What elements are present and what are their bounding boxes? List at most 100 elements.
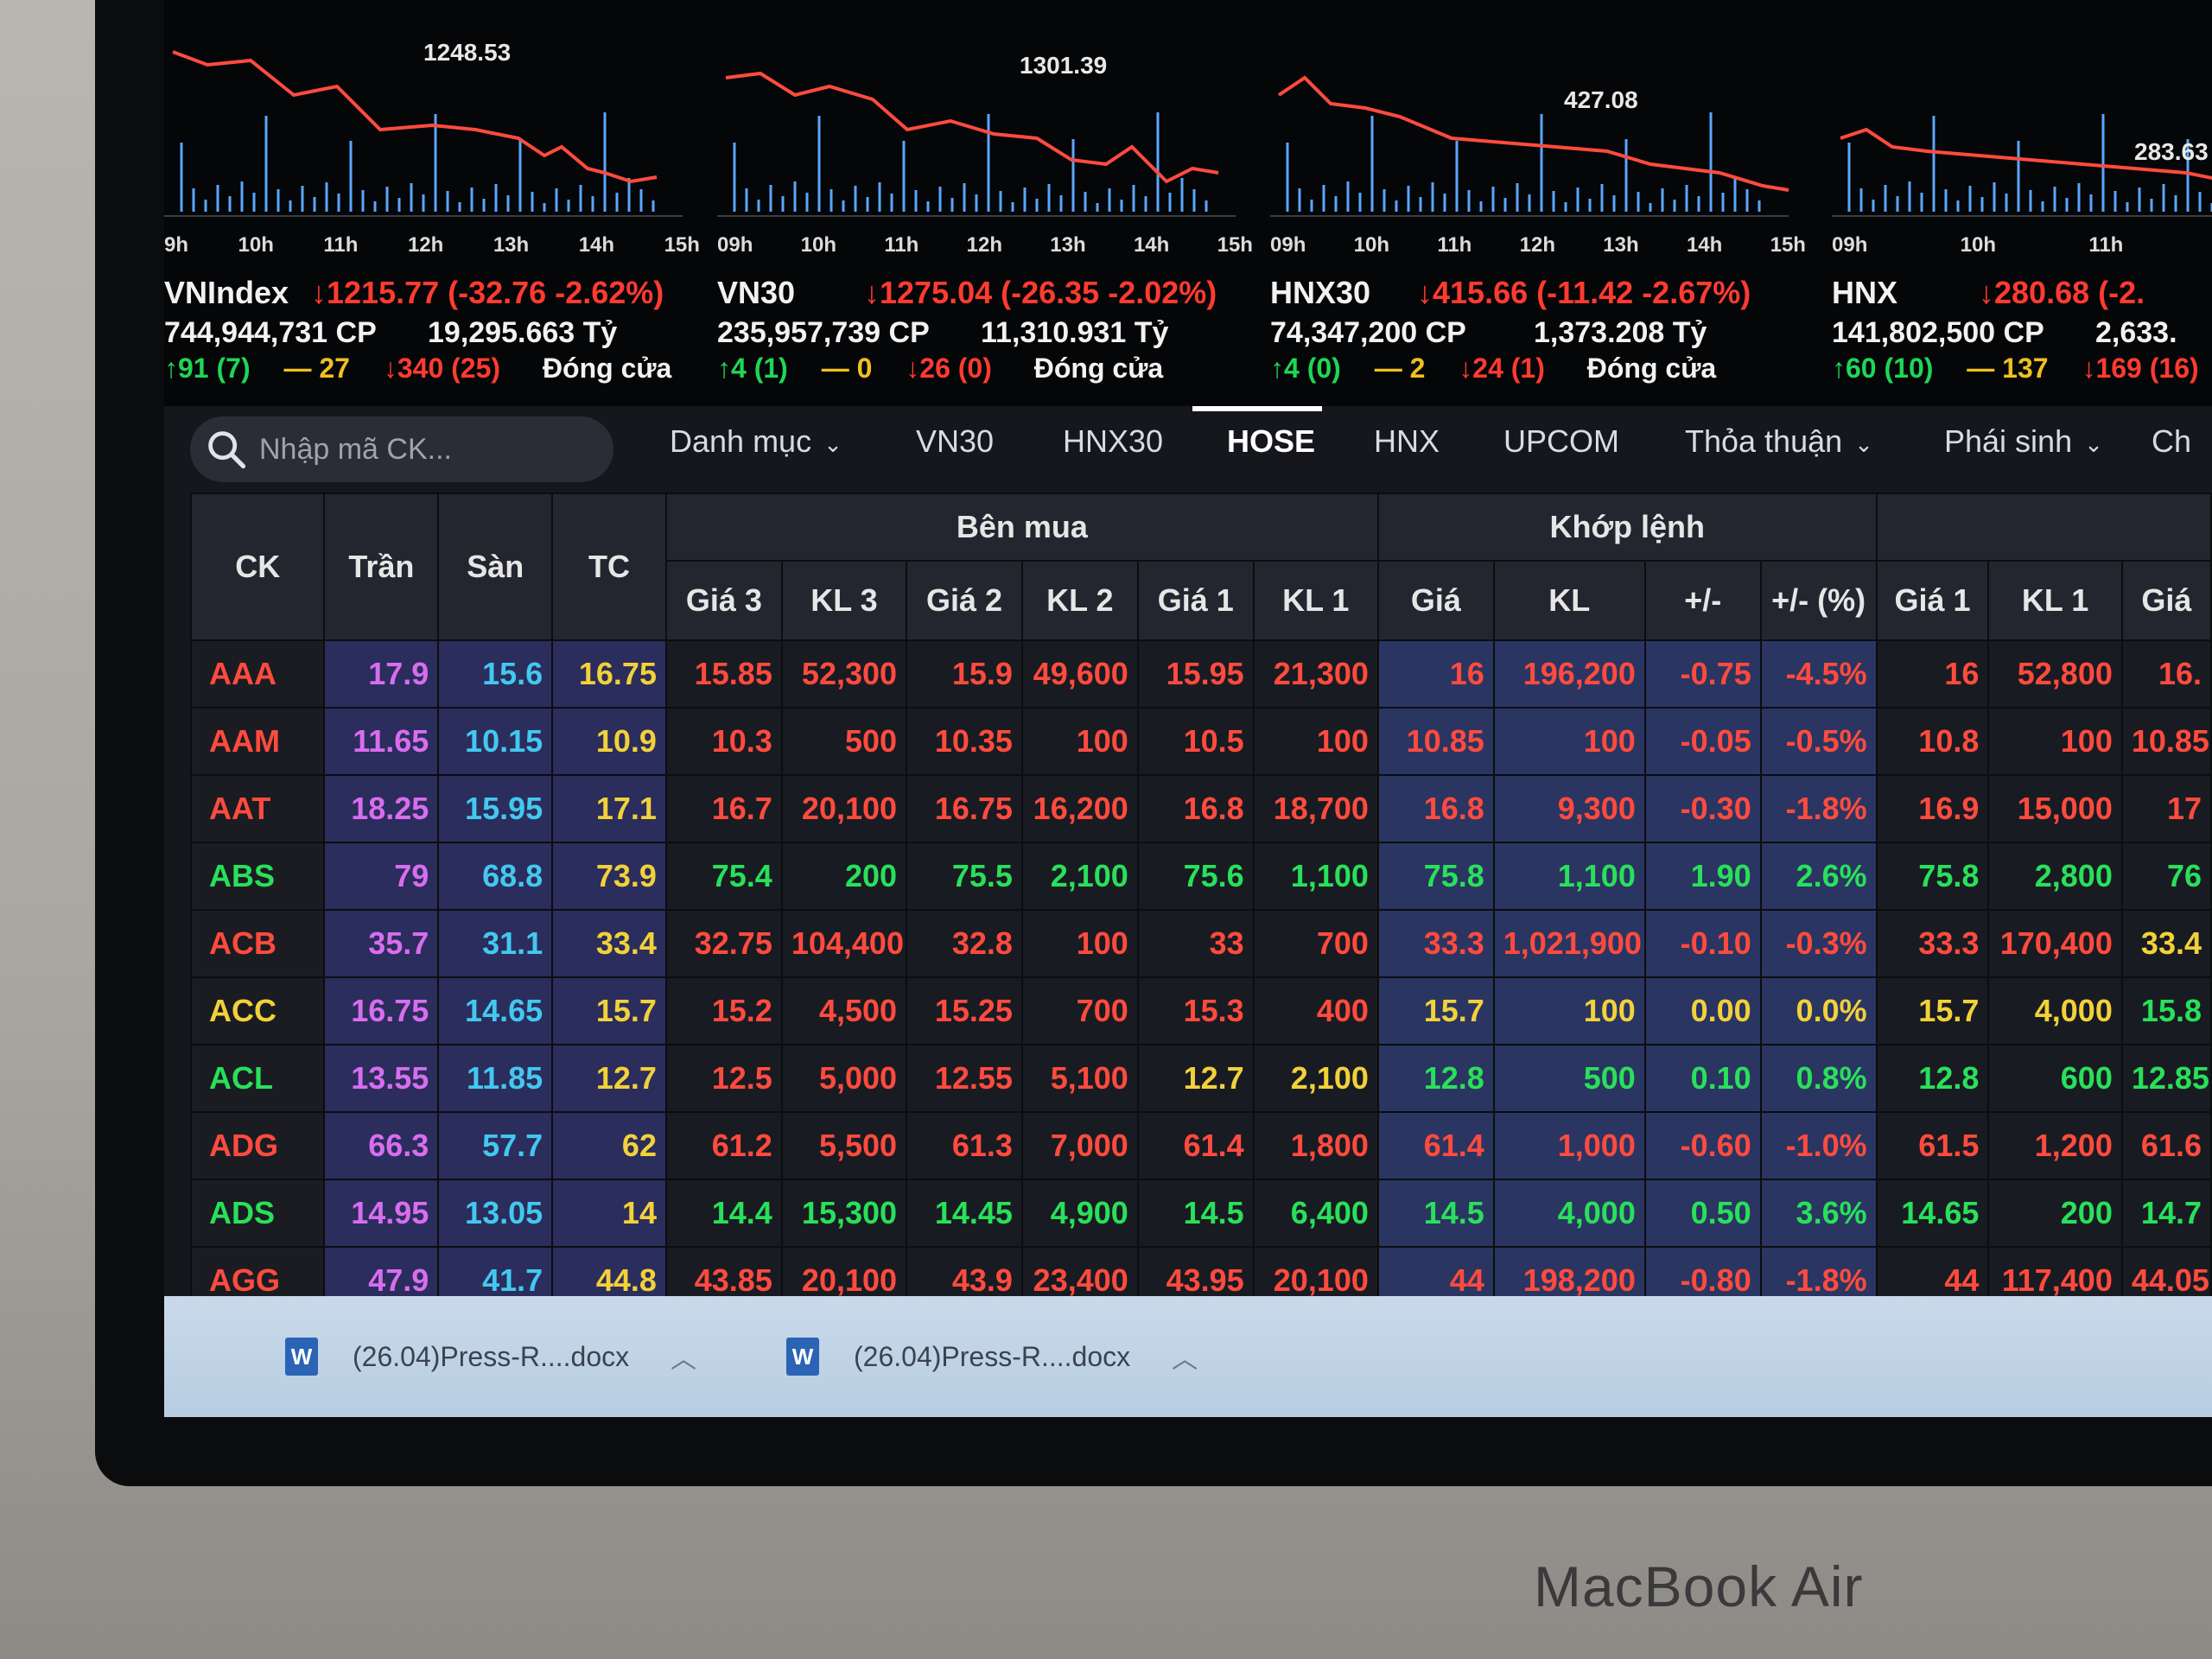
index-name[interactable]: HNX — [1832, 275, 1897, 311]
table-row[interactable]: ACB 35.7 31.1 33.4 32.75 104,400 32.8 100 33 700 3… — [189, 909, 2212, 978]
buy-vol-2: 4,900 — [1020, 1179, 1139, 1248]
table-row[interactable]: ADS 14.95 13.05 14 14.4 15,300 14.45 4,900 14.5 6… — [189, 1179, 2212, 1248]
decliners-count: ↓24 (1) — [1459, 353, 1545, 384]
floor-price: 15.95 — [437, 774, 554, 843]
index-volume: 141,802,500 CP — [1832, 316, 2044, 349]
ticker[interactable]: ACL — [189, 1044, 326, 1113]
index-panel-vn30[interactable]: 09h 10h 11h 12h 13h 14h 15h VN30 ↓1275.04 (-26… — [717, 0, 1253, 406]
screen: 9h 10h 11h 12h 13h 14h 15h VNIndex ↓1215.77 (-… — [164, 0, 2212, 1417]
col-header-ceiling[interactable]: Trần — [323, 493, 440, 641]
ticker[interactable]: ACB — [189, 909, 326, 978]
sell-vol-1: 2,800 — [1987, 842, 2123, 911]
buy-vol-2: 700 — [1020, 976, 1139, 1046]
col-header-buy-price-3[interactable]: Giá 3 — [664, 560, 783, 641]
match-price: 10.85 — [1376, 707, 1495, 776]
floor-price: 15.6 — [437, 639, 554, 709]
tab-hnx[interactable]: HNX — [1374, 423, 1440, 460]
col-header-ck[interactable]: CK — [189, 493, 326, 641]
index-value: 1,373.208 Tỷ — [1534, 316, 1707, 349]
ticker[interactable]: ADG — [189, 1111, 326, 1180]
buy-vol-3: 20,100 — [780, 774, 908, 843]
change: -0.05 — [1643, 707, 1762, 776]
tab-vn30[interactable]: VN30 — [916, 423, 994, 460]
sell-vol-1: 1,200 — [1987, 1111, 2123, 1180]
breadth-stats: ↑4 (0) — 2 ↓24 (1) Đóng cửa — [1270, 353, 1716, 385]
chevron-up-icon[interactable]: ︿ — [671, 1338, 696, 1376]
index-name[interactable]: VN30 — [717, 275, 795, 311]
table-row[interactable]: ACL 13.55 11.85 12.7 12.5 5,000 12.55 5,100 12.7… — [189, 1044, 2212, 1113]
col-header-change[interactable]: +/- — [1643, 560, 1762, 641]
col-header-reference[interactable]: TC — [551, 493, 667, 641]
tab-danh-mục[interactable]: Danh mục ⌄ — [670, 423, 842, 460]
sell-vol-1: 4,000 — [1987, 976, 2123, 1046]
buy-price-1: 15.3 — [1136, 976, 1255, 1046]
index-panel-hnx[interactable]: 09h10h11h12h13 HNX ↓280.68 (-2. 141,802,… — [1832, 0, 2212, 406]
ceiling-price: 79 — [323, 842, 440, 911]
table-row[interactable]: ABS 79 68.8 73.9 75.4 200 75.5 2,100 75.6 1,100 75… — [189, 842, 2212, 911]
table-row[interactable]: ACC 16.75 14.65 15.7 15.2 4,500 15.25 700 15.3 40… — [189, 976, 2212, 1046]
table-row[interactable]: AAT 18.25 15.95 17.1 16.7 20,100 16.75 16,200 16… — [189, 774, 2212, 843]
sell-price-2: 12.85 — [2120, 1044, 2212, 1113]
col-header-floor[interactable]: Sàn — [437, 493, 554, 641]
search-box[interactable] — [190, 416, 613, 482]
index-peak-label: 1301.39 — [1020, 52, 1108, 79]
sell-price-1: 15.7 — [1875, 976, 1990, 1046]
breadth-stats: ↑60 (10) — 137 ↓169 (16) — [1832, 353, 2212, 385]
tab-upcom[interactable]: UPCOM — [1503, 423, 1619, 460]
download-bar: W (26.04)Press-R....docx ︿ W (26.04)Pres… — [164, 1296, 2212, 1417]
index-name[interactable]: HNX30 — [1270, 275, 1370, 311]
table-row[interactable]: AAM 11.65 10.15 10.9 10.3 500 10.35 100 10.5 100 1… — [189, 707, 2212, 776]
col-header-buy-vol-1[interactable]: KL 1 — [1252, 560, 1379, 641]
tab-thỏa-thuận[interactable]: Thỏa thuận ⌄ — [1685, 423, 1873, 460]
col-header-sell-vol-1[interactable]: KL 1 — [1987, 560, 2123, 641]
ticker[interactable]: AAT — [189, 774, 326, 843]
col-header-buy-price-2[interactable]: Giá 2 — [906, 560, 1023, 641]
buy-vol-1: 2,100 — [1252, 1044, 1379, 1113]
col-header-sell-price-1[interactable]: Giá 1 — [1875, 560, 1990, 641]
buy-vol-3: 500 — [780, 707, 908, 776]
table-row[interactable]: AAA 17.9 15.6 16.75 15.85 52,300 15.9 49,600 15.… — [189, 639, 2212, 709]
reference-price: 12.7 — [551, 1044, 667, 1113]
time-axis: 09h 10h 11h 12h 13h 14h 15h — [717, 233, 1253, 257]
time-tick: 09h — [1832, 233, 1868, 257]
ticker[interactable]: ADS — [189, 1179, 326, 1248]
index-panel-hnx30[interactable]: 09h 10h 11h 12h 13h 14h 15h HNX30 ↓415.66 (-11… — [1270, 0, 1806, 406]
col-header-sell-price-2[interactable]: Giá — [2120, 560, 2212, 641]
tab-hose[interactable]: HOSE — [1227, 423, 1315, 460]
buy-vol-1: 1,800 — [1252, 1111, 1379, 1180]
chevron-up-icon[interactable]: ︿ — [1172, 1338, 1198, 1376]
market-status: Đóng cửa — [542, 353, 672, 384]
table-row[interactable]: ADG 66.3 57.7 62 61.2 5,500 61.3 7,000 61.4 1,800… — [189, 1111, 2212, 1180]
time-tick: 11h — [884, 233, 919, 257]
floor-price: 11.85 — [437, 1044, 554, 1113]
download-item[interactable]: W (26.04)Press-R....docx ︿ — [285, 1338, 696, 1376]
col-header-buy-vol-3[interactable]: KL 3 — [780, 560, 908, 641]
col-header-match-vol[interactable]: KL — [1492, 560, 1646, 641]
index-value: 19,295.663 Tỷ — [428, 316, 618, 349]
buy-vol-3: 4,500 — [780, 976, 908, 1046]
tab-hnx30[interactable]: HNX30 — [1063, 423, 1163, 460]
col-header-change-pct[interactable]: +/- (%) — [1759, 560, 1878, 641]
advancers-count: ↑4 (0) — [1270, 353, 1341, 384]
col-header-match-price[interactable]: Giá — [1376, 560, 1495, 641]
match-vol: 500 — [1492, 1044, 1646, 1113]
tab-ch[interactable]: Ch — [2152, 423, 2191, 460]
change-pct: -4.5% — [1759, 639, 1878, 709]
tab-phái-sinh[interactable]: Phái sinh ⌄ — [1944, 423, 2103, 460]
index-peak-label: 283.63 — [2134, 138, 2209, 165]
ticker[interactable]: AAM — [189, 707, 326, 776]
col-header-buy-price-1[interactable]: Giá 1 — [1136, 560, 1255, 641]
search-input[interactable] — [257, 431, 607, 467]
ticker[interactable]: AAA — [189, 639, 326, 709]
index-name[interactable]: VNIndex — [164, 275, 289, 311]
time-tick: 11h — [323, 233, 359, 257]
buy-vol-1: 21,300 — [1252, 639, 1379, 709]
buy-vol-3: 5,500 — [780, 1111, 908, 1180]
col-header-buy-vol-2[interactable]: KL 2 — [1020, 560, 1139, 641]
sell-price-2: 14.7 — [2120, 1179, 2212, 1248]
ticker[interactable]: ABS — [189, 842, 326, 911]
download-item[interactable]: W (26.04)Press-R....docx ︿ — [786, 1338, 1198, 1376]
ticker[interactable]: ACC — [189, 976, 326, 1046]
floor-price: 13.05 — [437, 1179, 554, 1248]
index-value: 11,310.931 Tỷ — [981, 316, 1169, 349]
